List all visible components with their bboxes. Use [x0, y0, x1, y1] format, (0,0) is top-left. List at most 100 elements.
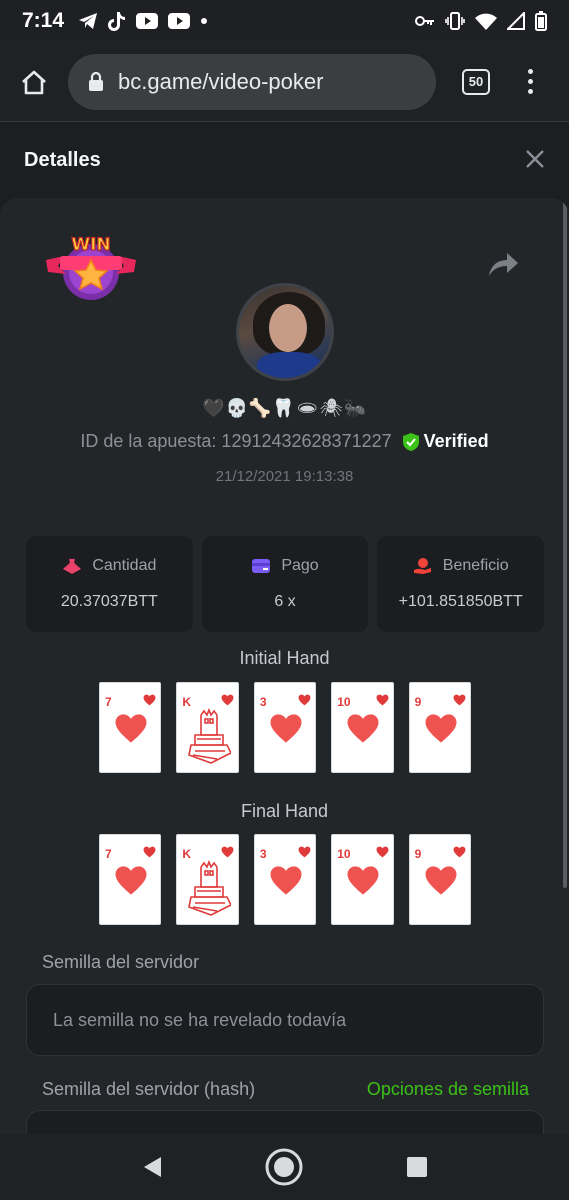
heart-icon — [347, 714, 379, 743]
profit-hand-icon — [413, 558, 431, 574]
address-bar[interactable]: bc.game/video-poker — [68, 53, 436, 110]
king-castle-icon — [188, 859, 232, 916]
card-rank: 7 — [105, 695, 112, 709]
bet-amount-icon — [63, 559, 82, 574]
final-hand-title: Final Hand — [240, 801, 329, 821]
notification-icons — [78, 11, 208, 31]
king-castle-icon — [188, 707, 232, 764]
close-button[interactable] — [525, 145, 545, 175]
initial-hand-title: Initial Hand — [239, 648, 330, 668]
stat-amount: Cantidad 20.37037BTT — [26, 536, 193, 632]
menu-dot — [528, 79, 533, 84]
browser-menu-button[interactable] — [528, 69, 533, 94]
home-button[interactable] — [14, 62, 54, 102]
heart-suit-icon — [453, 846, 466, 858]
initial-hand: 7 K 3 10 9 — [99, 682, 472, 773]
telegram-icon — [79, 13, 98, 29]
playing-card: 9 — [408, 834, 472, 925]
wifi-icon — [475, 13, 497, 30]
key-icon — [415, 16, 434, 26]
tab-switcher-button[interactable]: 50 — [462, 68, 490, 95]
avatar — [236, 283, 334, 381]
playing-card: 9 — [408, 682, 472, 773]
browser-toolbar: bc.game/video-poker 50 — [0, 42, 569, 122]
stat-payout: Pago 6 x — [201, 536, 369, 632]
close-icon — [526, 150, 544, 168]
bet-details-panel: WIN 🖤💀🦴🦷🕳🕷🐜 ID de la apuesta: 1291243262… — [0, 198, 569, 1134]
stat-value: 20.37037BTT — [60, 593, 158, 610]
url-text: bc.game/video-poker — [118, 68, 324, 94]
stat-label: Pago — [281, 557, 319, 574]
youtube-icon — [168, 13, 191, 29]
status-time: 7:14 — [22, 9, 65, 32]
card-rank: 3 — [259, 847, 267, 861]
bet-date: 21/12/2021 19:13:38 — [215, 468, 354, 485]
heart-suit-icon — [221, 694, 234, 706]
playing-card: 7 — [99, 834, 162, 925]
battery-icon — [535, 11, 547, 31]
menu-dot — [528, 69, 533, 74]
home-icon — [22, 70, 46, 94]
recents-icon[interactable] — [406, 1156, 428, 1178]
heart-suit-icon — [376, 846, 389, 858]
back-icon[interactable] — [141, 1155, 163, 1179]
server-seed-hash-field[interactable] — [26, 1110, 544, 1134]
card-rank: 9 — [414, 847, 422, 861]
heart-icon — [347, 866, 379, 895]
card-rank: 3 — [259, 695, 267, 709]
heart-suit-icon — [453, 694, 466, 706]
card-rank: 10 — [337, 695, 351, 709]
playing-card: K — [176, 834, 239, 925]
shield-check-icon — [402, 432, 419, 451]
playing-card: 10 — [331, 834, 394, 925]
card-rank: 7 — [105, 847, 112, 861]
payout-card-icon — [252, 559, 271, 573]
playing-card: K — [176, 682, 239, 773]
share-icon[interactable] — [487, 250, 519, 278]
player-name: 🖤💀🦴🦷🕳🕷🐜 — [202, 398, 367, 418]
heart-suit-icon — [143, 846, 156, 858]
stat-value: 6 x — [274, 593, 296, 610]
stat-profit: Beneficio +101.851850BTT — [377, 536, 545, 632]
win-badge-icon: WIN — [46, 234, 136, 300]
menu-dot — [528, 89, 533, 94]
bet-id-row: ID de la apuesta: 12912432628371227 Veri… — [0, 431, 569, 452]
vibrate-icon — [445, 12, 465, 30]
playing-card: 7 — [99, 682, 162, 773]
heart-icon — [425, 866, 457, 895]
home-circle-icon[interactable] — [264, 1147, 304, 1187]
heart-suit-icon — [376, 694, 389, 706]
signal-icon — [507, 12, 525, 30]
bet-id: ID de la apuesta: 12912432628371227 — [80, 431, 392, 451]
svg-text:WIN: WIN — [71, 235, 110, 255]
dot-icon — [201, 18, 208, 24]
heart-icon — [425, 714, 457, 743]
stat-label: Beneficio — [442, 557, 509, 574]
heart-icon — [115, 714, 147, 743]
heart-icon — [270, 714, 302, 743]
server-seed-label: Semilla del servidor — [42, 952, 200, 972]
heart-suit-icon — [221, 846, 234, 858]
stat-label: Cantidad — [92, 557, 157, 574]
seed-options-link[interactable]: Opciones de semilla — [367, 1079, 529, 1100]
server-seed-field[interactable]: La semilla no se ha revelado todavía — [26, 984, 544, 1056]
playing-card: 3 — [253, 682, 317, 773]
status-bar: 7:14 — [0, 0, 569, 42]
heart-icon — [270, 866, 302, 895]
stat-value: +101.851850BTT — [398, 593, 523, 610]
server-seed-hash-label: Semilla del servidor (hash) — [42, 1079, 256, 1099]
heart-suit-icon — [298, 694, 311, 706]
system-icons — [415, 11, 547, 31]
card-rank: 9 — [414, 695, 422, 709]
heart-suit-icon — [143, 694, 156, 706]
heart-suit-icon — [298, 846, 311, 858]
final-hand: 7 K 3 10 9 — [99, 834, 472, 925]
system-navigation-bar — [0, 1134, 569, 1200]
scrollbar[interactable] — [563, 198, 567, 888]
heart-icon — [115, 866, 147, 895]
card-rank: 10 — [337, 847, 351, 861]
details-header: Detalles — [0, 122, 569, 198]
playing-card: 3 — [253, 834, 317, 925]
bet-stats: Cantidad 20.37037BTT Pago 6 x Beneficio … — [26, 536, 545, 632]
page-title: Detalles — [24, 148, 101, 171]
